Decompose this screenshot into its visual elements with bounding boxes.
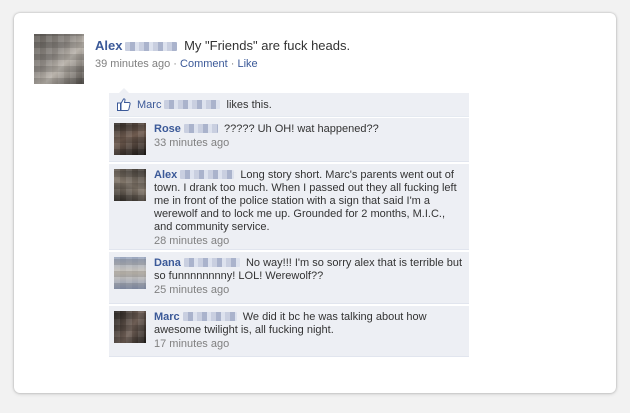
redacted-surname (183, 258, 240, 267)
comment-item: Dana No way!!! I'm so sorry alex that is… (109, 251, 469, 304)
commenter-name[interactable]: Dana (154, 257, 181, 269)
story-message: My "Friends" are fuck heads. (184, 38, 351, 53)
commenter-avatar[interactable] (114, 311, 146, 343)
comment-item: Alex Long story short. Marc's parents we… (109, 163, 469, 250)
comment-body: Dana No way!!! I'm so sorry alex that is… (154, 252, 469, 301)
commenter-avatar[interactable] (114, 169, 146, 201)
redacted-surname (164, 100, 221, 109)
meta-separator: · (173, 58, 177, 70)
likes-text: likes this. (226, 99, 272, 111)
likes-summary: Marc likes this. (109, 93, 469, 117)
story-text: Alex My "Friends" are fuck heads. (95, 38, 595, 54)
redacted-surname (180, 170, 235, 179)
commenter-name[interactable]: Rose (154, 123, 181, 135)
comment-text: ????? Uh OH! wat happened?? (223, 123, 379, 135)
comments-section: Marc likes this. Rose ????? Uh OH! wat h… (109, 88, 469, 358)
redacted-surname (125, 42, 178, 51)
commenter-avatar[interactable] (114, 123, 146, 155)
comment-link[interactable]: Comment (180, 58, 228, 70)
redacted-surname (182, 312, 237, 321)
comment-timestamp[interactable]: 17 minutes ago (154, 338, 463, 351)
comment-item: Marc We did it bc he was talking about h… (109, 305, 469, 357)
story-body: Alex My "Friends" are fuck heads. 39 min… (95, 38, 595, 70)
redacted-surname (183, 124, 218, 133)
comment-item: Rose ????? Uh OH! wat happened?? 33 minu… (109, 117, 469, 162)
story-timestamp[interactable]: 39 minutes ago (95, 58, 170, 70)
comment-timestamp[interactable]: 33 minutes ago (154, 137, 463, 150)
comment-timestamp[interactable]: 28 minutes ago (154, 235, 463, 248)
liker-name[interactable]: Marc (137, 99, 161, 111)
author-avatar[interactable] (34, 34, 84, 84)
commenter-avatar[interactable] (114, 257, 146, 289)
author-name[interactable]: Alex (95, 38, 122, 53)
comment-timestamp[interactable]: 25 minutes ago (154, 284, 463, 297)
like-link[interactable]: Like (238, 58, 258, 70)
comment-body: Alex Long story short. Marc's parents we… (154, 164, 469, 252)
story-card: Alex My "Friends" are fuck heads. 39 min… (14, 13, 616, 393)
comment-body: Marc We did it bc he was talking about h… (154, 306, 469, 355)
comment-body: Rose ????? Uh OH! wat happened?? 33 minu… (154, 118, 469, 154)
thumbs-up-icon (117, 98, 131, 111)
meta-separator: · (230, 58, 235, 70)
commenter-name[interactable]: Alex (154, 169, 177, 181)
story-meta: 39 minutes ago · Comment · Like (95, 58, 595, 70)
commenter-name[interactable]: Marc (154, 311, 180, 323)
